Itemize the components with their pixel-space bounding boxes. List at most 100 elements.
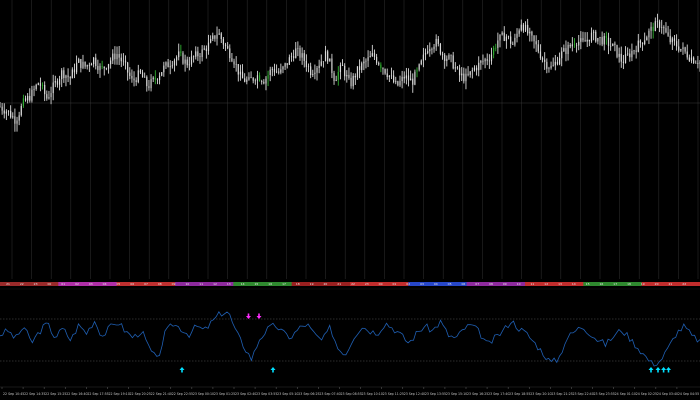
candle-body[interactable] xyxy=(546,61,548,69)
candle-body[interactable] xyxy=(505,36,507,41)
candle-body[interactable] xyxy=(373,53,376,57)
candle-body[interactable] xyxy=(256,75,259,81)
candle-body[interactable] xyxy=(273,68,276,73)
candle-body[interactable] xyxy=(686,51,688,58)
candle-body[interactable] xyxy=(116,54,118,60)
candle-body[interactable] xyxy=(358,66,361,71)
candle-body[interactable] xyxy=(348,74,350,78)
candle-body[interactable] xyxy=(582,38,584,41)
candle-body[interactable] xyxy=(327,51,329,62)
candle-body[interactable] xyxy=(461,73,463,76)
candle-body[interactable] xyxy=(631,50,633,58)
candle-body[interactable] xyxy=(684,47,686,52)
candle-body[interactable] xyxy=(195,51,197,57)
candle-body[interactable] xyxy=(118,54,120,58)
candle-body[interactable] xyxy=(78,59,80,63)
candle-body[interactable] xyxy=(595,31,597,42)
candle-body[interactable] xyxy=(410,78,412,81)
candle-body[interactable] xyxy=(7,110,10,112)
candle-body[interactable] xyxy=(616,44,618,57)
candle-body[interactable] xyxy=(320,61,322,66)
candle-body[interactable] xyxy=(180,51,182,53)
candle-body[interactable] xyxy=(205,48,207,51)
candle-body[interactable] xyxy=(278,71,280,73)
candle-body[interactable] xyxy=(20,105,22,116)
candle-body[interactable] xyxy=(550,65,552,69)
candle-body[interactable] xyxy=(624,54,627,63)
candle-body[interactable] xyxy=(456,67,459,69)
candle-body[interactable] xyxy=(261,81,263,82)
candle-body[interactable] xyxy=(554,61,556,66)
candle-body[interactable] xyxy=(46,94,48,99)
candle-body[interactable] xyxy=(452,55,454,69)
candle-body[interactable] xyxy=(575,44,578,46)
candle-body[interactable] xyxy=(169,66,171,68)
candle-body[interactable] xyxy=(193,56,195,58)
candle-body[interactable] xyxy=(650,26,652,31)
candle-body[interactable] xyxy=(107,64,110,69)
candle-body[interactable] xyxy=(558,58,561,65)
candle-body[interactable] xyxy=(307,66,310,68)
candle-body[interactable] xyxy=(54,81,56,83)
candle-body[interactable] xyxy=(510,36,512,44)
candle-body[interactable] xyxy=(48,97,50,99)
candle-body[interactable] xyxy=(282,66,284,70)
candle-body[interactable] xyxy=(369,55,371,58)
candle-body[interactable] xyxy=(388,75,390,77)
candle-body[interactable] xyxy=(556,61,559,65)
candle-body[interactable] xyxy=(137,70,139,82)
candle-body[interactable] xyxy=(103,66,105,69)
candle-body[interactable] xyxy=(654,21,656,32)
candle-body[interactable] xyxy=(386,73,388,77)
candle-body[interactable] xyxy=(216,34,218,39)
candle-body[interactable] xyxy=(156,79,159,81)
candle-body[interactable] xyxy=(541,58,544,60)
candle-body[interactable] xyxy=(688,57,690,61)
candle-body[interactable] xyxy=(380,64,382,69)
candle-body[interactable] xyxy=(437,38,439,44)
candle-body[interactable] xyxy=(99,66,101,71)
candle-body[interactable] xyxy=(571,44,573,47)
candle-body[interactable] xyxy=(52,82,54,94)
candle-body[interactable] xyxy=(124,60,127,63)
candle-body[interactable] xyxy=(480,61,482,63)
candle-body[interactable] xyxy=(661,27,663,28)
candle-body[interactable] xyxy=(73,69,76,73)
candle-body[interactable] xyxy=(333,73,335,81)
candle-body[interactable] xyxy=(678,46,680,51)
candle-body[interactable] xyxy=(158,75,161,81)
candle-body[interactable] xyxy=(488,60,490,62)
candle-body[interactable] xyxy=(182,52,184,64)
candle-body[interactable] xyxy=(605,36,607,38)
candle-body[interactable] xyxy=(667,32,669,36)
candle-body[interactable] xyxy=(27,95,29,101)
candle-body[interactable] xyxy=(622,61,625,63)
candle-body[interactable] xyxy=(275,71,278,73)
candle-body[interactable] xyxy=(441,53,444,55)
candle-body[interactable] xyxy=(378,62,380,65)
candle-body[interactable] xyxy=(88,65,90,66)
candle-body[interactable] xyxy=(267,75,269,79)
candle-body[interactable] xyxy=(201,49,203,58)
candle-body[interactable] xyxy=(416,69,418,72)
candle-body[interactable] xyxy=(324,51,327,62)
candle-body[interactable] xyxy=(56,81,59,85)
candle-body[interactable] xyxy=(414,71,416,85)
candle-body[interactable] xyxy=(154,77,156,80)
candle-body[interactable] xyxy=(435,38,437,47)
candle-body[interactable] xyxy=(429,49,431,52)
candle-body[interactable] xyxy=(467,73,469,75)
candle-body[interactable] xyxy=(612,43,614,46)
candle-body[interactable] xyxy=(173,60,176,66)
candle-body[interactable] xyxy=(584,40,586,42)
candle-body[interactable] xyxy=(384,69,386,74)
candle-body[interactable] xyxy=(339,64,342,73)
candle-body[interactable] xyxy=(614,43,616,45)
candle-body[interactable] xyxy=(382,68,384,70)
candle-body[interactable] xyxy=(422,54,425,61)
candle-body[interactable] xyxy=(648,30,650,38)
candle-body[interactable] xyxy=(112,53,114,61)
candle-body[interactable] xyxy=(469,71,471,75)
candle-body[interactable] xyxy=(178,51,180,58)
candle-body[interactable] xyxy=(199,56,201,58)
